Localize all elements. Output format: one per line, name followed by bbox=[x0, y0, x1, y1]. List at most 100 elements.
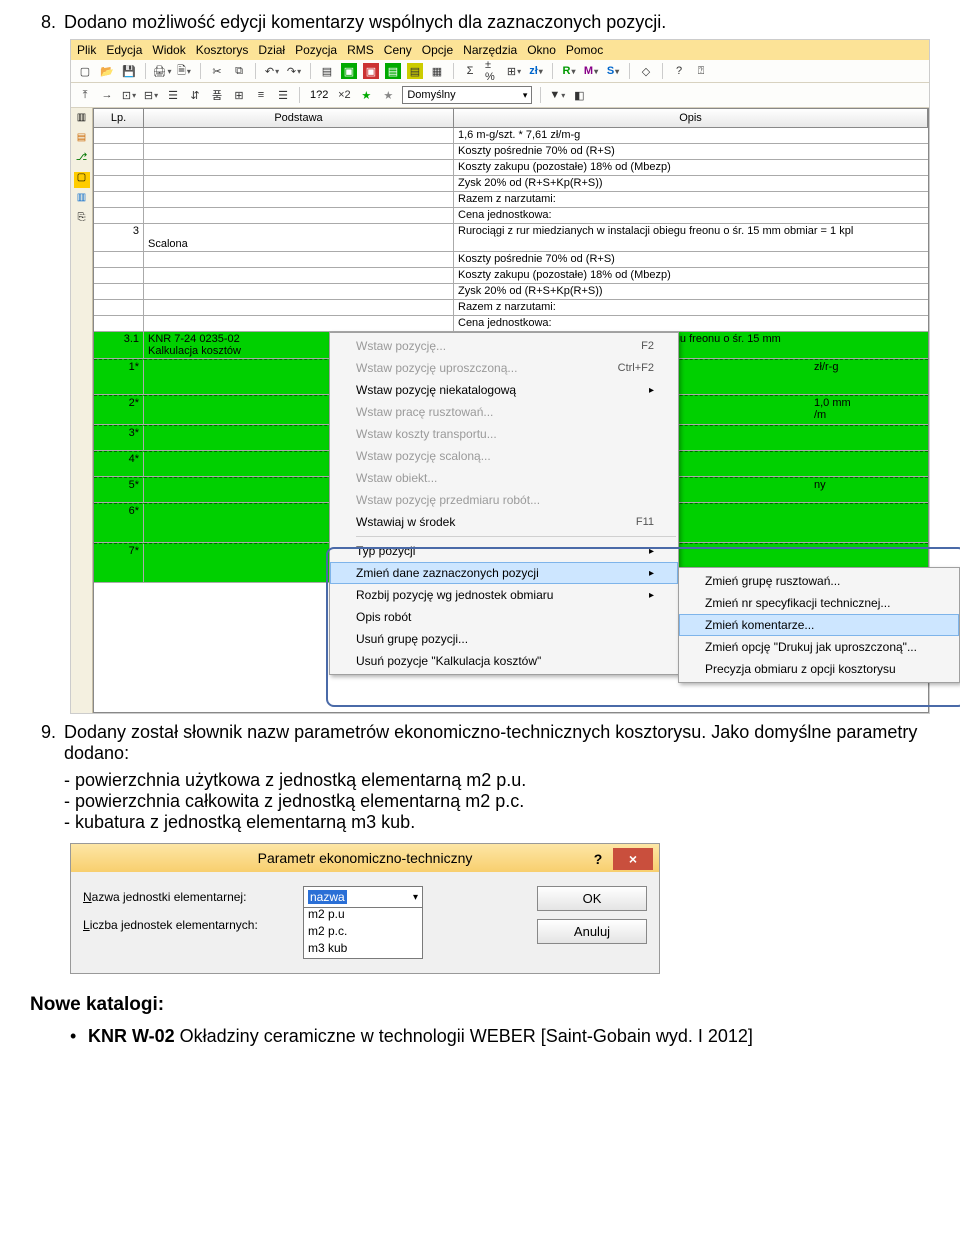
cancel-button[interactable]: Anuluj bbox=[537, 919, 647, 944]
opt-m3kub[interactable]: m3 kub bbox=[308, 940, 418, 957]
table-row[interactable]: Cena jednostkowa: bbox=[94, 316, 928, 332]
redo-icon[interactable]: ↷ bbox=[286, 63, 302, 79]
undo-icon[interactable]: ↶ bbox=[264, 63, 280, 79]
view2-icon[interactable]: ▣ bbox=[363, 63, 379, 79]
mi-wstaw-uproszczona[interactable]: Wstaw pozycję uproszczoną...Ctrl+F2 bbox=[330, 357, 678, 379]
col-podstawa[interactable]: Podstawa bbox=[144, 109, 454, 127]
mi-obiekt[interactable]: Wstaw obiekt... bbox=[330, 467, 678, 489]
mi-usun-grupe[interactable]: Usuń grupę pozycji... bbox=[330, 628, 678, 650]
star-off-icon[interactable]: ★ bbox=[380, 87, 396, 103]
table-row[interactable]: Zysk 20% od (R+S+Kp(R+S)) bbox=[94, 284, 928, 300]
mi-opis[interactable]: Opis robót bbox=[330, 606, 678, 628]
new-icon[interactable]: ▢ bbox=[77, 63, 93, 79]
save-icon[interactable]: 💾 bbox=[121, 63, 137, 79]
grid-icon[interactable]: ⊞ bbox=[506, 63, 522, 79]
smi-precyzja[interactable]: Precyzja obmiaru z opcji kosztorysu bbox=[679, 658, 959, 680]
menu-kosztorys[interactable]: Kosztorys bbox=[196, 43, 249, 57]
eraser-icon[interactable]: ◇ bbox=[638, 63, 654, 79]
smi-grupa-rusztowan[interactable]: Zmień grupę rusztowań... bbox=[679, 570, 959, 592]
combo-dropdown[interactable]: m2 p.u m2 p.c. m3 kub bbox=[303, 904, 423, 959]
colors-icon[interactable]: ◧ bbox=[571, 87, 587, 103]
combo-nazwa[interactable]: nazwa bbox=[303, 886, 423, 908]
percent-icon[interactable]: ±% bbox=[484, 63, 500, 79]
table-row[interactable]: Koszty pośrednie 70% od (R+S) bbox=[94, 252, 928, 268]
dialog-help-icon[interactable]: ? bbox=[587, 848, 609, 870]
table-row[interactable]: Zysk 20% od (R+S+Kp(R+S)) bbox=[94, 176, 928, 192]
mi-scalona[interactable]: Wstaw pozycję scaloną... bbox=[330, 445, 678, 467]
table-row[interactable]: Koszty pośrednie 70% od (R+S) bbox=[94, 144, 928, 160]
col-lp[interactable]: Lp. bbox=[94, 109, 144, 127]
menu-opcje[interactable]: Opcje bbox=[422, 43, 453, 57]
smi-specyfikacja[interactable]: Zmień nr specyfikacji technicznej... bbox=[679, 592, 959, 614]
mi-przedmiar[interactable]: Wstaw pozycję przedmiaru robót... bbox=[330, 489, 678, 511]
tb2-k-icon[interactable]: ×2 bbox=[336, 87, 352, 103]
tb2-h-icon[interactable]: ⊞ bbox=[231, 87, 247, 103]
view5-icon[interactable]: ▦ bbox=[429, 63, 445, 79]
smi-komentarze[interactable]: Zmień komentarze... bbox=[679, 614, 959, 636]
tb2-b-icon[interactable]: → bbox=[99, 87, 115, 103]
mi-usun-kalk[interactable]: Usuń pozycje "Kalkulacja kosztów" bbox=[330, 650, 678, 672]
table-row[interactable]: 1,6 m-g/szt. * 7,61 zł/m-g bbox=[94, 128, 928, 144]
tb2-num[interactable]: 1?2 bbox=[308, 89, 330, 101]
menu-ceny[interactable]: Ceny bbox=[384, 43, 412, 57]
help-icon[interactable]: ? bbox=[671, 63, 687, 79]
mi-rozbij[interactable]: Rozbij pozycję wg jednostek obmiaru▸ bbox=[330, 584, 678, 606]
view1-icon[interactable]: ▣ bbox=[341, 63, 357, 79]
ls4-icon[interactable]: ▢ bbox=[74, 172, 90, 188]
smi-drukuj[interactable]: Zmień opcję "Drukuj jak uproszczoną"... bbox=[679, 636, 959, 658]
tb2-g-icon[interactable]: 품 bbox=[209, 87, 225, 103]
tb2-e-icon[interactable]: ☰ bbox=[165, 87, 181, 103]
menu-narzedzia[interactable]: Narzędzia bbox=[463, 43, 517, 57]
table-row[interactable]: Koszty zakupu (pozostałe) 18% od (Mbezp) bbox=[94, 268, 928, 284]
mi-typ-pozycji[interactable]: Typ pozycji▸ bbox=[330, 540, 678, 562]
ls1-icon[interactable]: ▥ bbox=[74, 112, 90, 128]
mi-transport[interactable]: Wstaw koszty transportu... bbox=[330, 423, 678, 445]
table-row[interactable]: 3ScalonaRurociągi z rur miedzianych w in… bbox=[94, 224, 928, 252]
z-icon[interactable]: zł bbox=[528, 63, 544, 79]
cut-icon[interactable]: ✂ bbox=[209, 63, 225, 79]
ls6-icon[interactable]: ⎘ bbox=[74, 212, 90, 228]
menu-rms[interactable]: RMS bbox=[347, 43, 374, 57]
m-icon[interactable]: M bbox=[583, 63, 599, 79]
menu-pomoc[interactable]: Pomoc bbox=[566, 43, 603, 57]
tb2-c-icon[interactable]: ⊡ bbox=[121, 87, 137, 103]
mi-rusztowan[interactable]: Wstaw pracę rusztowań... bbox=[330, 401, 678, 423]
tree-icon[interactable]: ▤ bbox=[319, 63, 335, 79]
menu-pozycja[interactable]: Pozycja bbox=[295, 43, 337, 57]
style-combo[interactable]: Domyślny bbox=[402, 86, 532, 104]
menu-dzial[interactable]: Dział bbox=[258, 43, 285, 57]
menu-okno[interactable]: Okno bbox=[527, 43, 556, 57]
ls2-icon[interactable]: ▤ bbox=[74, 132, 90, 148]
dialog-close-icon[interactable]: × bbox=[613, 848, 653, 870]
tb2-j-icon[interactable]: ☰ bbox=[275, 87, 291, 103]
table-row[interactable]: Razem z narzutami: bbox=[94, 192, 928, 208]
table-row[interactable]: Cena jednostkowa: bbox=[94, 208, 928, 224]
tb2-i-icon[interactable]: ≡ bbox=[253, 87, 269, 103]
opt-m2pc[interactable]: m2 p.c. bbox=[308, 923, 418, 940]
col-opis[interactable]: Opis bbox=[454, 109, 928, 127]
r-icon[interactable]: R bbox=[561, 63, 577, 79]
sigma-icon[interactable]: Σ bbox=[462, 63, 478, 79]
filter-icon[interactable]: ▼ bbox=[549, 87, 565, 103]
tb2-f-icon[interactable]: ⇵ bbox=[187, 87, 203, 103]
table-row[interactable]: Koszty zakupu (pozostałe) 18% od (Mbezp) bbox=[94, 160, 928, 176]
s-icon[interactable]: S bbox=[605, 63, 621, 79]
mi-wstaw-pozycje[interactable]: Wstaw pozycję...F2 bbox=[330, 335, 678, 357]
tb2-d-icon[interactable]: ⊟ bbox=[143, 87, 159, 103]
view3-icon[interactable]: ▤ bbox=[385, 63, 401, 79]
tb2-a-icon[interactable]: ⤒ bbox=[77, 87, 93, 103]
open-icon[interactable]: 📂 bbox=[99, 63, 115, 79]
menu-plik[interactable]: Plik bbox=[77, 43, 96, 57]
copy-icon[interactable]: ⧉ bbox=[231, 63, 247, 79]
print-icon[interactable]: 🖨 bbox=[154, 63, 170, 79]
menu-edycja[interactable]: Edycja bbox=[106, 43, 142, 57]
mi-zmien-dane[interactable]: Zmień dane zaznaczonych pozycji▸ bbox=[330, 562, 678, 584]
view4-icon[interactable]: ▤ bbox=[407, 63, 423, 79]
mi-niekatalogowa[interactable]: Wstaw pozycję niekatalogową▸ bbox=[330, 379, 678, 401]
mi-wsrodek[interactable]: Wstawiaj w środekF11 bbox=[330, 511, 678, 533]
ls5-icon[interactable]: ▥ bbox=[74, 192, 90, 208]
ok-button[interactable]: OK bbox=[537, 886, 647, 911]
preview-icon[interactable]: 🗎 bbox=[176, 63, 192, 79]
ls3-icon[interactable]: ⎇ bbox=[74, 152, 90, 168]
menu-widok[interactable]: Widok bbox=[152, 43, 185, 57]
